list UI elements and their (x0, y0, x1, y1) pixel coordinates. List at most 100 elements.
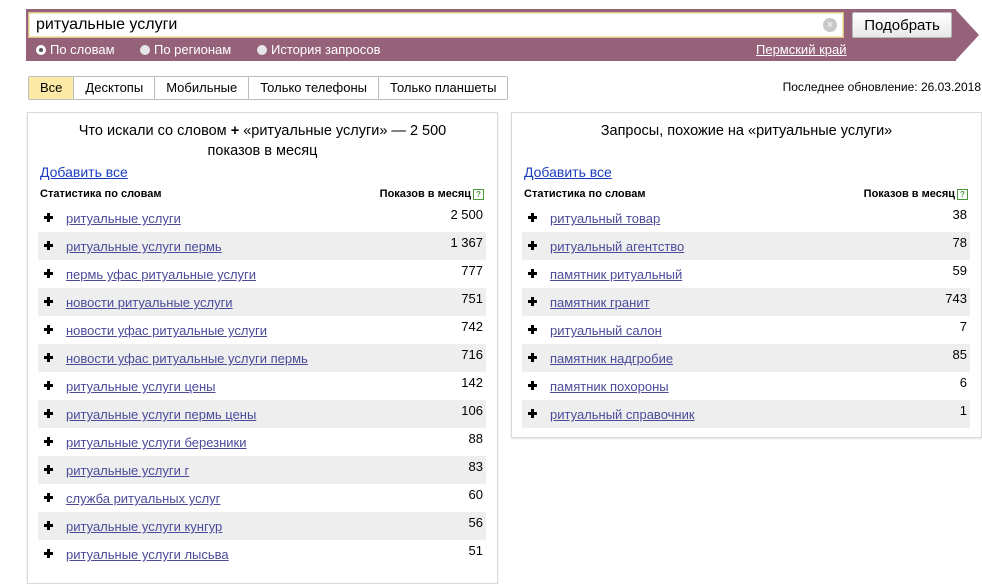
column-header: Статистика по словам Показов в месяц? (524, 188, 968, 204)
table-row: ритуальный товар 38 (522, 204, 970, 232)
submit-button[interactable]: Подобрать (852, 12, 952, 38)
device-tabs: Все Десктопы Мобильные Только телефоны Т… (28, 76, 509, 100)
add-keyword-icon[interactable] (44, 353, 53, 362)
add-keyword-icon[interactable] (44, 549, 53, 558)
add-keyword-icon[interactable] (528, 269, 537, 278)
add-keyword-icon[interactable] (528, 297, 537, 306)
impressions-count: 78 (952, 235, 967, 250)
keyword-link[interactable]: новости ритуальные услуги (66, 295, 233, 310)
radio-label: По словам (50, 42, 115, 57)
keyword-link[interactable]: ритуальные услуги кунгур (66, 519, 222, 534)
keyword-link[interactable]: пермь уфас ритуальные услуги (66, 267, 256, 282)
radio-by-words[interactable]: По словам (36, 42, 115, 57)
add-keyword-icon[interactable] (528, 353, 537, 362)
impressions-count: 1 367 (450, 235, 483, 250)
add-keyword-icon[interactable] (528, 213, 537, 222)
add-all-link[interactable]: Добавить все (524, 164, 612, 180)
region-link[interactable]: Пермский край (756, 42, 846, 57)
help-icon[interactable]: ? (473, 189, 484, 200)
impressions-count: 88 (468, 431, 483, 446)
tab-phones-only[interactable]: Только телефоны (249, 77, 380, 99)
tab-all[interactable]: Все (29, 77, 75, 99)
tab-tablets-only[interactable]: Только планшеты (379, 77, 508, 99)
keyword-link[interactable]: ритуальные услуги г (66, 463, 189, 478)
keyword-link[interactable]: памятник ритуальный (550, 267, 682, 282)
table-row: новости ритуальные услуги 751 (38, 288, 486, 316)
add-keyword-icon[interactable] (44, 269, 53, 278)
impressions-count: 85 (952, 347, 967, 362)
keyword-link[interactable]: ритуальные услуги лысьва (66, 547, 229, 562)
keyword-link[interactable]: ритуальные услуги пермь (66, 239, 222, 254)
impressions-count: 1 (959, 403, 967, 418)
table-row: ритуальные услуги березники 88 (38, 428, 486, 456)
impressions-count: 142 (461, 375, 483, 390)
column-count-label: Показов в месяц (379, 188, 471, 200)
impressions-count: 106 (461, 403, 483, 418)
tab-desktops[interactable]: Десктопы (74, 77, 156, 99)
right-panel: Запросы, похожие на «ритуальные услуги» … (511, 112, 982, 438)
radio-label: История запросов (271, 42, 381, 57)
keyword-link[interactable]: памятник похороны (550, 379, 669, 394)
radio-query-history[interactable]: История запросов (257, 42, 381, 57)
right-panel-title: Запросы, похожие на «ритуальные услуги» (600, 123, 893, 139)
add-keyword-icon[interactable] (44, 409, 53, 418)
keyword-link[interactable]: служба ритуальных услуг (66, 491, 220, 506)
title-prefix: Что искали со словом (78, 123, 227, 139)
radio-by-regions[interactable]: По регионам (140, 42, 231, 57)
keyword-link[interactable]: ритуальные услуги (66, 211, 181, 226)
search-box[interactable]: × (28, 12, 844, 38)
add-keyword-icon[interactable] (44, 213, 53, 222)
keyword-link[interactable]: ритуальный агентство (550, 239, 684, 254)
last-update: Последнее обновление: 26.03.2018 (782, 80, 981, 94)
add-keyword-icon[interactable] (44, 493, 53, 502)
table-row: ритуальные услуги пермь цены 106 (38, 400, 486, 428)
keyword-link[interactable]: ритуальный товар (550, 211, 660, 226)
table-row: ритуальный справочник 1 (522, 400, 970, 428)
add-keyword-icon[interactable] (44, 241, 53, 250)
table-row: ритуальные услуги кунгур 56 (38, 512, 486, 540)
keyword-link[interactable]: ритуальные услуги пермь цены (66, 407, 256, 422)
keyword-link[interactable]: ритуальные услуги березники (66, 435, 247, 450)
add-keyword-icon[interactable] (44, 437, 53, 446)
keyword-link[interactable]: ритуальный салон (550, 323, 662, 338)
table-row: ритуальные услуги пермь 1 367 (38, 232, 486, 260)
keyword-link[interactable]: памятник гранит (550, 295, 650, 310)
add-keyword-icon[interactable] (44, 465, 53, 474)
table-row: ритуальный салон 7 (522, 316, 970, 344)
right-rows: ритуальный товар 38 ритуальный агентство 78… (522, 204, 970, 428)
title-line2: показов в месяц (207, 143, 318, 159)
table-row: памятник ритуальный 59 (522, 260, 970, 288)
keyword-link[interactable]: ритуальные услуги цены (66, 379, 216, 394)
radio-label: По регионам (154, 42, 232, 57)
radio-unchecked-icon (140, 45, 150, 55)
tab-mobile[interactable]: Мобильные (155, 77, 250, 99)
add-keyword-icon[interactable] (528, 381, 537, 390)
add-keyword-icon[interactable] (44, 297, 53, 306)
add-keyword-icon[interactable] (44, 325, 53, 334)
table-row: памятник похороны 6 (522, 372, 970, 400)
column-words-header: Статистика по словам (524, 188, 646, 200)
search-input[interactable] (36, 15, 816, 35)
impressions-count: 742 (461, 319, 483, 334)
add-keyword-icon[interactable] (528, 409, 537, 418)
add-keyword-icon[interactable] (528, 241, 537, 250)
plus-icon: + (230, 123, 240, 139)
keyword-link[interactable]: новости уфас ритуальные услуги (66, 323, 267, 338)
impressions-count: 777 (461, 263, 483, 278)
keyword-link[interactable]: памятник надгробие (550, 351, 673, 366)
add-all-link[interactable]: Добавить все (40, 164, 128, 180)
header-arrow-decoration (955, 9, 979, 61)
add-keyword-icon[interactable] (44, 521, 53, 530)
radio-unchecked-icon (257, 45, 267, 55)
add-keyword-icon[interactable] (44, 381, 53, 390)
table-row: пермь уфас ритуальные услуги 777 (38, 260, 486, 288)
impressions-count: 2 500 (450, 207, 483, 222)
help-icon[interactable]: ? (957, 189, 968, 200)
keyword-link[interactable]: новости уфас ритуальные услуги пермь (66, 351, 308, 366)
left-panel: Что искали со словом + «ритуальные услуг… (27, 112, 498, 584)
keyword-link[interactable]: ритуальный справочник (550, 407, 695, 422)
impressions-count: 6 (959, 375, 967, 390)
add-keyword-icon[interactable] (528, 325, 537, 334)
impressions-count: 59 (952, 263, 967, 278)
clear-icon[interactable]: × (823, 18, 837, 32)
